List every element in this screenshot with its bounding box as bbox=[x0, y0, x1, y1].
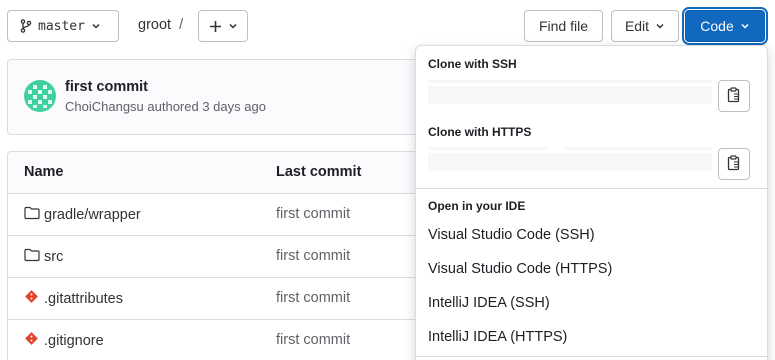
add-button[interactable] bbox=[198, 10, 248, 42]
open-in-ide-label: Open in your IDE bbox=[428, 199, 526, 213]
edit-label: Edit bbox=[624, 18, 650, 34]
edit-button[interactable]: Edit bbox=[611, 10, 679, 42]
file-name-cell: src bbox=[24, 248, 63, 266]
ide-item-vscode-https[interactable]: Visual Studio Code (HTTPS) bbox=[428, 261, 612, 277]
clone-ssh-label: Clone with SSH bbox=[428, 57, 517, 71]
last-commit-card: first commit ChoiChangsu authored 3 days… bbox=[7, 59, 447, 135]
find-file-button[interactable]: Find file bbox=[524, 10, 603, 42]
ide-item-vscode-ssh[interactable]: Visual Studio Code (SSH) bbox=[428, 227, 595, 243]
clone-ssh-field-top bbox=[428, 80, 712, 83]
breadcrumb-project[interactable]: groot bbox=[138, 17, 171, 33]
chevron-down-icon bbox=[91, 21, 101, 31]
chevron-down-icon bbox=[228, 21, 238, 31]
code-label: Code bbox=[700, 18, 734, 34]
clipboard-icon bbox=[727, 86, 741, 106]
branch-icon bbox=[20, 19, 32, 33]
clone-https-field-top-right bbox=[563, 147, 712, 150]
file-last-commit[interactable]: first commit bbox=[276, 248, 350, 264]
clone-dropdown: Clone with SSH Clone with HTTPS Open in … bbox=[415, 45, 768, 360]
ide-item-intellij-ssh[interactable]: IntelliJ IDEA (SSH) bbox=[428, 295, 550, 311]
avatar[interactable] bbox=[24, 80, 56, 112]
branch-selector[interactable]: master bbox=[7, 10, 119, 42]
column-header-name: Name bbox=[24, 164, 64, 180]
chevron-down-icon bbox=[740, 21, 750, 31]
dropdown-divider bbox=[416, 356, 767, 357]
git-file-icon bbox=[24, 290, 40, 308]
file-name-cell: .gitignore bbox=[24, 332, 104, 350]
file-name[interactable]: gradle/wrapper bbox=[44, 207, 141, 223]
clone-https-url-field[interactable] bbox=[428, 153, 712, 171]
file-last-commit[interactable]: first commit bbox=[276, 290, 350, 306]
column-header-last-commit: Last commit bbox=[276, 164, 362, 180]
table-row[interactable]: .gitignore first commit bbox=[8, 320, 446, 360]
file-name[interactable]: src bbox=[44, 249, 63, 265]
copy-ssh-button[interactable] bbox=[718, 80, 750, 112]
git-file-icon bbox=[24, 332, 40, 350]
file-name[interactable]: .gitattributes bbox=[44, 291, 123, 307]
chevron-down-icon bbox=[655, 21, 665, 31]
folder-icon bbox=[24, 206, 40, 224]
ide-item-intellij-https[interactable]: IntelliJ IDEA (HTTPS) bbox=[428, 329, 567, 345]
table-row[interactable]: gradle/wrapper first commit bbox=[8, 194, 446, 236]
commit-author-line: ChoiChangsu authored 3 days ago bbox=[65, 99, 266, 114]
file-name-cell: .gitattributes bbox=[24, 290, 123, 308]
breadcrumb-separator: / bbox=[179, 17, 184, 33]
folder-icon bbox=[24, 248, 40, 266]
plus-icon bbox=[209, 20, 222, 33]
file-table: Name Last commit gradle/wrapper first co… bbox=[7, 151, 447, 360]
clipboard-icon bbox=[727, 154, 741, 174]
file-last-commit[interactable]: first commit bbox=[276, 332, 350, 348]
code-button[interactable]: Code bbox=[685, 10, 765, 42]
clone-ssh-url-field[interactable] bbox=[428, 86, 712, 104]
commit-title[interactable]: first commit bbox=[65, 79, 148, 95]
copy-https-button[interactable] bbox=[718, 148, 750, 180]
dropdown-divider bbox=[416, 188, 767, 189]
clone-https-label: Clone with HTTPS bbox=[428, 125, 532, 139]
clone-https-field-top-left bbox=[428, 147, 549, 150]
file-name[interactable]: .gitignore bbox=[44, 333, 104, 349]
find-file-label: Find file bbox=[538, 18, 589, 34]
branch-name: master bbox=[38, 18, 85, 34]
file-last-commit[interactable]: first commit bbox=[276, 206, 350, 222]
table-row[interactable]: .gitattributes first commit bbox=[8, 278, 446, 320]
breadcrumb: groot / bbox=[138, 17, 183, 33]
table-header: Name Last commit bbox=[8, 152, 446, 194]
file-name-cell: gradle/wrapper bbox=[24, 206, 141, 224]
table-row[interactable]: src first commit bbox=[8, 236, 446, 278]
